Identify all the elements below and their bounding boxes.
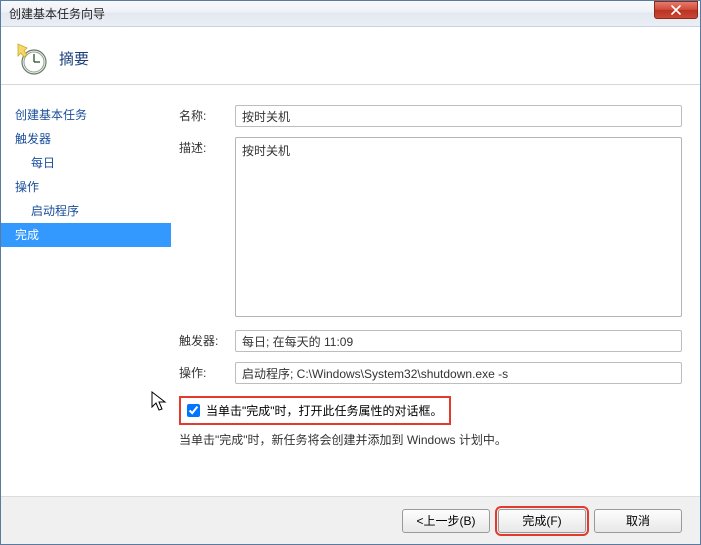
wizard-footer: <上一步(B) 完成(F) 取消 [1,496,700,544]
wizard-window: 创建基本任务向导 摘要 创建基本任务 触发器 每日 操作 启动程序 完成 [0,0,701,545]
trigger-label: 触发器: [179,330,235,349]
finish-button[interactable]: 完成(F) [498,509,586,533]
cancel-button[interactable]: 取消 [594,509,682,533]
open-properties-checkbox-label: 当单击"完成"时，打开此任务属性的对话框。 [206,402,443,419]
open-properties-checkbox-row[interactable]: 当单击"完成"时，打开此任务属性的对话框。 [179,396,451,425]
action-field[interactable] [235,362,682,384]
step-finish[interactable]: 完成 [1,223,171,247]
close-icon [671,5,681,15]
open-properties-checkbox[interactable] [187,404,200,417]
content-area: 创建基本任务 触发器 每日 操作 启动程序 完成 名称: 描述: 触发器: [1,85,700,496]
finish-info-text: 当单击"完成"时，新任务将会创建并添加到 Windows 计划中。 [179,431,682,448]
back-button[interactable]: <上一步(B) [402,509,490,533]
titlebar: 创建基本任务向导 [1,1,700,27]
trigger-field[interactable] [235,330,682,352]
description-label: 描述: [179,137,235,156]
step-action[interactable]: 操作 [1,175,171,199]
wizard-header: 摘要 [1,27,700,85]
description-field[interactable] [235,137,682,317]
step-create-basic-task[interactable]: 创建基本任务 [1,103,171,127]
close-button[interactable] [654,1,698,19]
name-field[interactable] [235,105,682,127]
action-label: 操作: [179,362,235,381]
step-daily[interactable]: 每日 [1,151,171,175]
page-title: 摘要 [59,48,89,69]
summary-panel: 名称: 描述: 触发器: 操作: [171,85,700,496]
scheduler-icon [13,41,49,77]
wizard-steps-sidebar: 创建基本任务 触发器 每日 操作 启动程序 完成 [1,85,171,496]
step-start-program[interactable]: 启动程序 [1,199,171,223]
step-trigger[interactable]: 触发器 [1,127,171,151]
window-title: 创建基本任务向导 [9,5,105,22]
name-label: 名称: [179,105,235,124]
